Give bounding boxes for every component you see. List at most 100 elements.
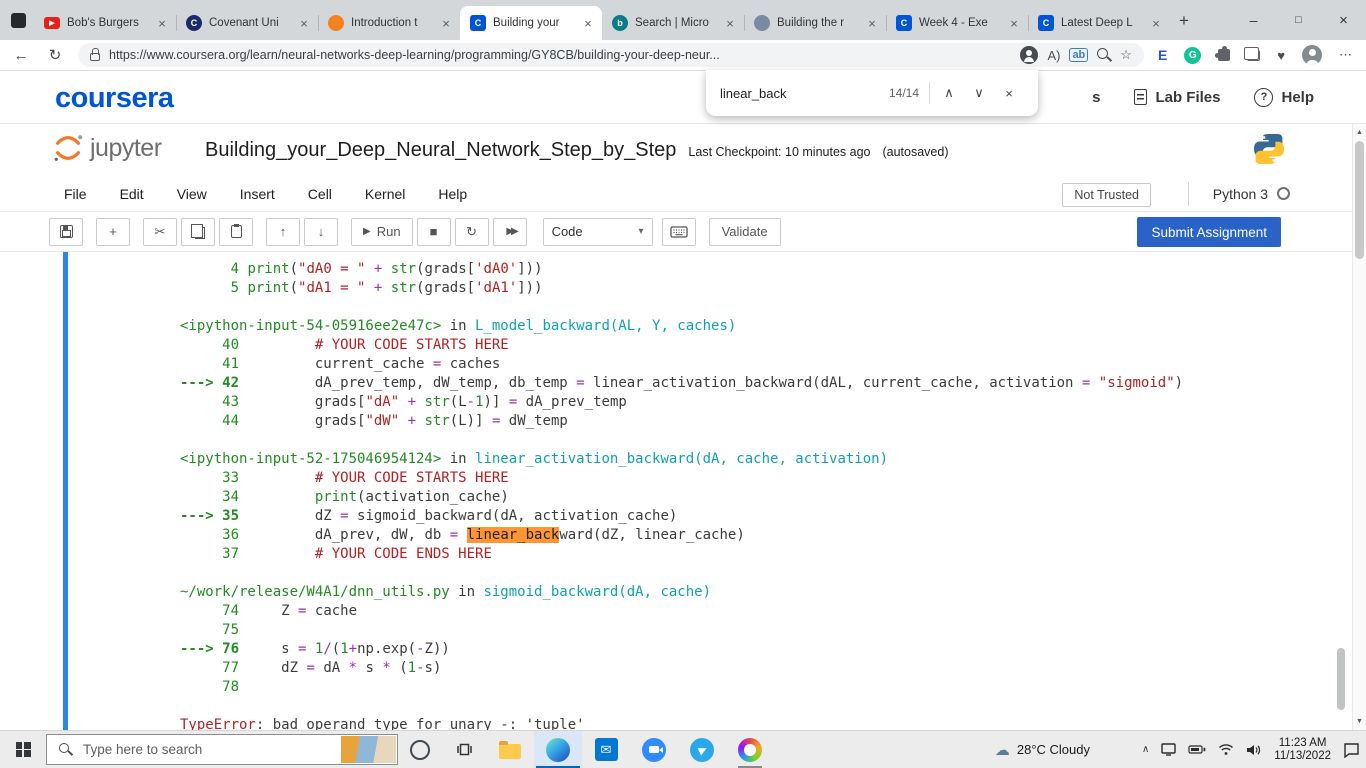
menu-view[interactable]: View <box>177 186 207 202</box>
cortana-button[interactable] <box>398 731 442 768</box>
taskbar-search[interactable]: Type here to search <box>46 734 398 765</box>
tab-close-icon[interactable]: × <box>1148 15 1164 31</box>
lab-files-button[interactable]: Lab Files <box>1134 89 1220 106</box>
tray-expand-icon[interactable]: ∧ <box>1142 744 1149 755</box>
notebook-title[interactable]: Building_your_Deep_Neural_Network_Step_b… <box>205 139 676 162</box>
task-view-button[interactable] <box>442 731 486 768</box>
restart-run-all-button[interactable]: ▶▶ <box>492 217 527 246</box>
battery-icon[interactable] <box>1188 745 1206 754</box>
scroll-down-icon[interactable]: ▼ <box>1353 714 1366 729</box>
copy-cell-button[interactable] <box>181 217 215 246</box>
maximize-button[interactable]: □ <box>1276 0 1321 40</box>
run-button[interactable]: ▶ Run <box>351 217 413 246</box>
volume-icon[interactable] <box>1246 744 1262 756</box>
weather-widget[interactable]: ☁ 28°C Cloudy <box>995 731 1090 768</box>
cut-cell-button[interactable]: ✂ <box>143 217 177 246</box>
find-input[interactable]: linear_back <box>720 86 787 101</box>
browser-tab[interactable]: C Covenant Uni × <box>176 6 318 40</box>
browser-tab[interactable]: b Search | Micro × <box>602 6 744 40</box>
add-cell-button[interactable]: + <box>96 217 130 246</box>
tab-close-icon[interactable]: × <box>154 15 170 31</box>
settings-menu-icon[interactable]: ⋯ <box>1339 47 1352 63</box>
search-highlight-image[interactable] <box>341 736 396 763</box>
extensions-puzzle-icon[interactable] <box>1215 46 1231 61</box>
address-bar[interactable]: https://www.coursera.org/learn/neural-ne… <box>78 43 1144 67</box>
menu-file[interactable]: File <box>64 186 87 202</box>
browser-tab[interactable]: C Latest Deep L × <box>1028 6 1170 40</box>
kernel-name: Python 3 <box>1212 185 1268 202</box>
browser-tab[interactable]: C Week 4 - Exe × <box>886 6 1028 40</box>
tab-actions-icon[interactable] <box>11 13 26 28</box>
translate-icon[interactable]: ab <box>1069 48 1089 62</box>
browser-tab[interactable]: Building the r × <box>744 6 886 40</box>
minimize-button[interactable]: – <box>1231 0 1276 40</box>
move-cell-down-button[interactable]: ↓ <box>304 217 338 246</box>
action-center-icon[interactable] <box>1343 742 1360 758</box>
browser-essentials-icon[interactable]: ♥ <box>1277 48 1285 63</box>
not-trusted-badge[interactable]: Not Trusted <box>1062 183 1151 207</box>
find-previous-button[interactable]: ∧ <box>934 78 964 108</box>
grammarly-icon[interactable]: G <box>1184 46 1202 64</box>
jupyter-logo[interactable]: jupyter <box>52 133 162 163</box>
find-next-button[interactable]: ∨ <box>964 78 994 108</box>
scroll-up-icon[interactable]: ▲ <box>1353 125 1366 140</box>
selected-cell-indicator[interactable] <box>63 252 68 730</box>
start-button[interactable] <box>0 731 46 768</box>
move-cell-up-button[interactable]: ↑ <box>266 217 300 246</box>
favorites-star-icon[interactable]: ☆ <box>1120 47 1132 63</box>
traceback-line: 75 <box>180 622 240 638</box>
tab-close-icon[interactable]: × <box>580 15 596 31</box>
tab-close-icon[interactable]: × <box>722 15 738 31</box>
page-scrollbar[interactable]: ▲ ▼ <box>1352 124 1366 730</box>
menu-cell[interactable]: Cell <box>308 186 332 202</box>
help-button[interactable]: ? Help <box>1254 87 1314 107</box>
tab-close-icon[interactable]: × <box>438 15 454 31</box>
menu-edit[interactable]: Edit <box>120 186 144 202</box>
browser-tab[interactable]: C Building your × <box>460 6 602 40</box>
cell-type-dropdown[interactable]: Code ▾ <box>542 217 653 246</box>
zoom-app-button[interactable] <box>630 731 678 768</box>
browser-tab[interactable]: ▶ Bob's Burgers × <box>34 6 176 40</box>
save-button[interactable] <box>49 217 83 246</box>
menu-insert[interactable]: Insert <box>240 186 275 202</box>
window-close-button[interactable]: × <box>1321 0 1366 40</box>
browser-tab[interactable]: Introduction t × <box>318 6 460 40</box>
back-button[interactable]: ← <box>8 42 34 68</box>
tab-close-icon[interactable]: × <box>864 15 880 31</box>
windows-logo-icon <box>15 742 31 757</box>
display-icon[interactable] <box>1161 743 1176 756</box>
menu-kernel[interactable]: Kernel <box>365 186 405 202</box>
tab-close-icon[interactable]: × <box>296 15 312 31</box>
command-palette-button[interactable] <box>661 217 696 246</box>
scrollbar-thumb[interactable] <box>1355 141 1364 259</box>
collections-icon[interactable] <box>1244 46 1261 61</box>
url-text[interactable]: https://www.coursera.org/learn/neural-ne… <box>109 48 1011 62</box>
partial-header-label[interactable]: s <box>1092 89 1100 106</box>
notebook-scrollbar-thumb[interactable] <box>1337 648 1345 710</box>
menu-help[interactable]: Help <box>438 186 467 202</box>
telegram-button[interactable] <box>678 731 726 768</box>
wifi-icon[interactable] <box>1218 743 1234 756</box>
edge-button[interactable] <box>534 730 582 768</box>
read-aloud-icon[interactable]: A) <box>1047 48 1060 63</box>
bing-favicon: b <box>612 15 628 31</box>
profile-avatar[interactable] <box>1302 45 1322 65</box>
restart-kernel-button[interactable]: ↻ <box>454 217 489 246</box>
mail-button[interactable]: ✉ <box>582 731 630 768</box>
traceback-line: 43 grads["dA" + str(L-1)] = dA_prev_temp <box>180 394 627 410</box>
file-explorer-button[interactable] <box>486 731 534 768</box>
zoom-icon[interactable] <box>1097 48 1111 62</box>
new-tab-button[interactable]: + <box>1172 9 1196 33</box>
extension-e-icon[interactable]: E <box>1158 47 1167 63</box>
clock[interactable]: 11:23 AM 11/13/2022 <box>1274 737 1331 763</box>
interrupt-kernel-button[interactable]: ■ <box>416 217 451 246</box>
paste-cell-button[interactable] <box>219 217 253 246</box>
profile-search-icon[interactable] <box>1020 46 1039 64</box>
validate-button[interactable]: Validate <box>708 217 781 246</box>
refresh-button[interactable]: ↻ <box>42 42 68 68</box>
tab-close-icon[interactable]: × <box>1006 15 1022 31</box>
submit-assignment-button[interactable]: Submit Assignment <box>1137 217 1281 247</box>
find-close-button[interactable]: × <box>994 78 1024 108</box>
coursera-logo[interactable]: coursera <box>55 82 174 115</box>
media-app-button[interactable] <box>726 731 774 768</box>
